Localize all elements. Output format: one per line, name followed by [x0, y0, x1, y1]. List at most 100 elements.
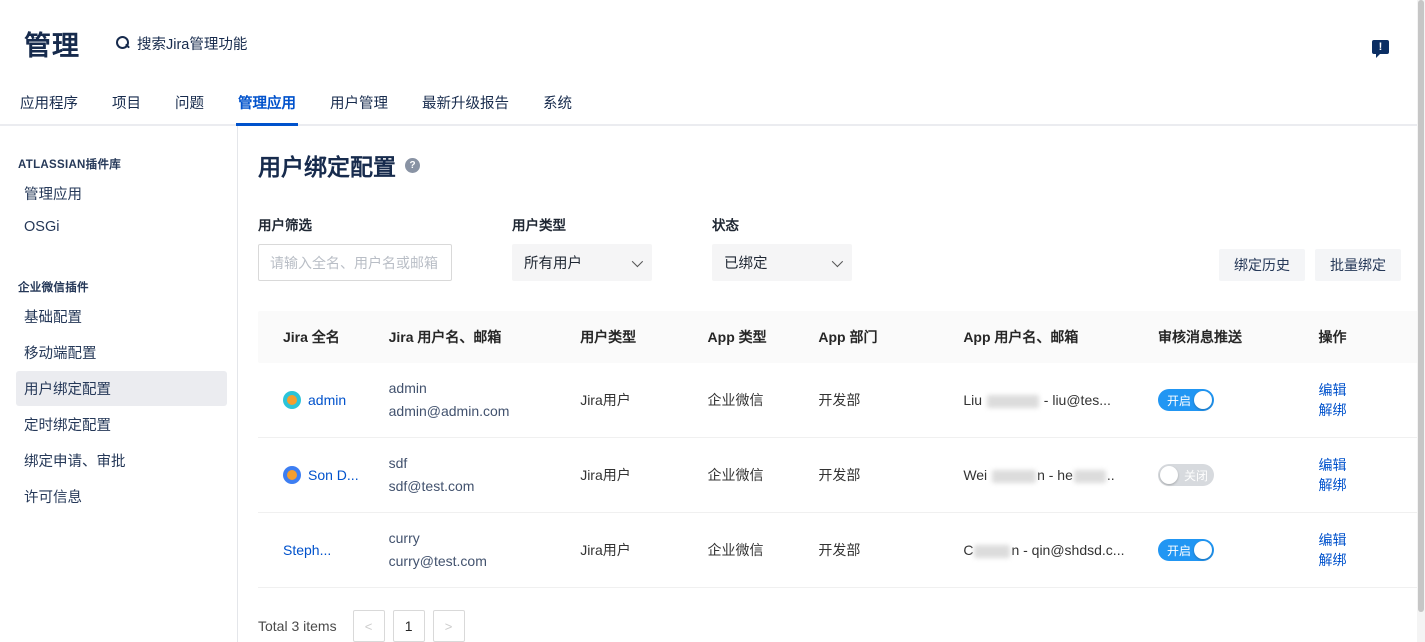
unbind-link[interactable]: 解绑 — [1318, 402, 1346, 418]
app-type-cell: 企业微信 — [683, 513, 794, 588]
push-toggle[interactable]: 开启 — [1158, 389, 1214, 411]
prev-page-button[interactable]: < — [353, 610, 385, 642]
sidebar-item[interactable]: 定时绑定配置 — [16, 407, 227, 442]
sidebar-item[interactable]: OSGi — [16, 212, 227, 242]
chevron-down-icon — [832, 255, 843, 266]
sidebar: ATLASSIAN插件库管理应用OSGi 企业微信插件基础配置移动端配置用户绑定配… — [0, 126, 238, 642]
page-title: 用户绑定配置 — [258, 148, 396, 182]
bind-history-button[interactable]: 绑定历史 — [1219, 249, 1305, 281]
pagination: Total 3 items < 1 > — [258, 610, 1425, 642]
edit-link[interactable]: 编辑 — [1318, 532, 1346, 548]
tab-4[interactable]: 用户管理 — [328, 86, 390, 124]
scrollbar-thumb[interactable] — [1418, 0, 1424, 612]
app-dept-cell: 开发部 — [793, 513, 938, 588]
user-type-cell: Jira用户 — [555, 363, 682, 438]
table-column-header: App 部门 — [793, 311, 938, 363]
app-type-cell: 企业微信 — [683, 438, 794, 513]
next-page-button[interactable]: > — [433, 610, 465, 642]
push-toggle[interactable]: 开启 — [1158, 539, 1214, 561]
search-icon — [116, 36, 130, 50]
jira-email: sdf@test.com — [389, 475, 548, 498]
admin-search-label: 搜索Jira管理功能 — [137, 33, 247, 54]
feedback-exclamation-icon: ! — [1372, 40, 1389, 54]
admin-search[interactable]: 搜索Jira管理功能 — [116, 33, 247, 54]
vertical-scrollbar[interactable] — [1417, 0, 1425, 642]
table-column-header: Jira 用户名、邮箱 — [364, 311, 556, 363]
tab-2[interactable]: 问题 — [173, 86, 206, 124]
sidebar-item[interactable]: 用户绑定配置 — [16, 371, 227, 406]
sidebar-item[interactable]: 移动端配置 — [16, 335, 227, 370]
tab-1[interactable]: 项目 — [110, 86, 143, 124]
avatar — [283, 391, 301, 409]
user-type-select[interactable]: 所有用户 — [512, 244, 652, 281]
user-binding-table: Jira 全名Jira 用户名、邮箱用户类型App 类型App 部门App 用户… — [258, 311, 1423, 588]
user-type-value: 所有用户 — [524, 252, 582, 273]
tab-3[interactable]: 管理应用 — [236, 86, 298, 124]
top-header: 管理 搜索Jira管理功能 ! — [0, 0, 1425, 86]
user-filter-label: 用户筛选 — [258, 214, 452, 234]
edit-link[interactable]: 编辑 — [1318, 457, 1346, 473]
app-user-cell: Cn - qin@shdsd.c... — [938, 513, 1133, 588]
filter-row: 用户筛选 用户类型 所有用户 状态 已绑定 绑定历史 批量绑定 — [258, 214, 1425, 281]
table-row: Son D... sdfsdf@test.com Jira用户企业微信开发部Wei … — [258, 438, 1423, 513]
toggle-knob — [1194, 391, 1212, 409]
sidebar-item[interactable]: 许可信息 — [16, 479, 227, 514]
sidebar-item[interactable]: 绑定申请、审批 — [16, 443, 227, 478]
feedback-button[interactable]: ! — [1372, 40, 1389, 54]
jira-fullname-link[interactable]: Steph... — [283, 542, 331, 558]
avatar — [283, 466, 301, 484]
unbind-link[interactable]: 解绑 — [1318, 477, 1346, 493]
sidebar-item[interactable]: 基础配置 — [16, 299, 227, 334]
sidebar-section-title: ATLASSIAN插件库 — [18, 156, 227, 172]
redacted-blur — [1074, 470, 1106, 483]
push-toggle-label: 开启 — [1167, 392, 1191, 409]
app-dept-cell: 开发部 — [793, 438, 938, 513]
status-value: 已绑定 — [724, 252, 768, 273]
table-column-header: 审核消息推送 — [1133, 311, 1294, 363]
sidebar-section-title: 企业微信插件 — [18, 279, 227, 295]
user-type-cell: Jira用户 — [555, 513, 682, 588]
jira-username: admin — [389, 377, 548, 400]
user-filter-input[interactable] — [258, 244, 452, 281]
app-user-cell: Liu - liu@tes... — [938, 363, 1133, 438]
chevron-down-icon — [632, 255, 643, 266]
table-row: Steph...currycurry@test.comJira用户企业微信开发部… — [258, 513, 1423, 588]
push-toggle[interactable]: 关闭 — [1158, 464, 1214, 486]
help-icon[interactable]: ? — [405, 158, 420, 173]
tab-0[interactable]: 应用程序 — [18, 86, 80, 124]
status-label: 状态 — [712, 214, 852, 234]
user-type-cell: Jira用户 — [555, 438, 682, 513]
redacted-blur — [992, 470, 1036, 483]
app-dept-cell: 开发部 — [793, 363, 938, 438]
admin-tab-nav: 应用程序项目问题管理应用用户管理最新升级报告系统 — [0, 86, 1425, 126]
push-toggle-label: 关闭 — [1184, 467, 1208, 484]
jira-fullname-link[interactable]: admin — [308, 392, 346, 408]
batch-bind-button[interactable]: 批量绑定 — [1315, 249, 1401, 281]
jira-fullname-link[interactable]: Son D... — [308, 467, 359, 483]
redacted-blur — [987, 395, 1039, 408]
jira-email: curry@test.com — [389, 550, 548, 573]
redacted-blur — [974, 545, 1010, 558]
pagination-total: Total 3 items — [258, 618, 337, 634]
page-number-button[interactable]: 1 — [393, 610, 425, 642]
table-row: adminadminadmin@admin.comJira用户企业微信开发部Li… — [258, 363, 1423, 438]
app-title: 管理 — [24, 24, 80, 63]
unbind-link[interactable]: 解绑 — [1318, 552, 1346, 568]
table-column-header: 操作 — [1293, 311, 1423, 363]
table-column-header: 用户类型 — [555, 311, 682, 363]
table-column-header: Jira 全名 — [258, 311, 364, 363]
toggle-knob — [1194, 541, 1212, 559]
table-column-header: App 类型 — [683, 311, 794, 363]
table-column-header: App 用户名、邮箱 — [938, 311, 1133, 363]
app-user-cell: Wei n - he.. — [938, 438, 1133, 513]
tab-5[interactable]: 最新升级报告 — [420, 86, 511, 124]
app-type-cell: 企业微信 — [683, 363, 794, 438]
sidebar-item[interactable]: 管理应用 — [16, 176, 227, 211]
edit-link[interactable]: 编辑 — [1318, 382, 1346, 398]
toggle-knob — [1160, 466, 1178, 484]
status-select[interactable]: 已绑定 — [712, 244, 852, 281]
main-content: 用户绑定配置 ? 用户筛选 用户类型 所有用户 状态 已绑定 — [238, 126, 1425, 642]
push-toggle-label: 开启 — [1167, 542, 1191, 559]
tab-6[interactable]: 系统 — [541, 86, 574, 124]
jira-username: sdf — [389, 452, 548, 475]
